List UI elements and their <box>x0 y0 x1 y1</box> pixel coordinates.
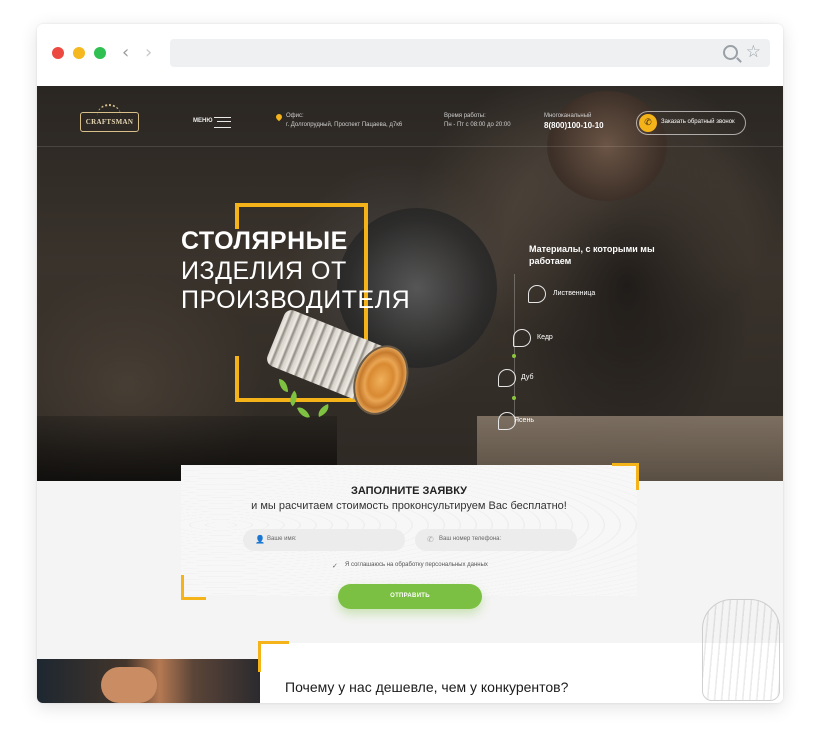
callback-button-label: Заказать обратный звонок <box>661 119 735 125</box>
minimize-window-button[interactable] <box>73 47 85 59</box>
maximize-window-button[interactable] <box>94 47 106 59</box>
agreement-checkbox[interactable]: ✓ <box>332 562 338 570</box>
phone-icon: ✆ <box>427 535 434 544</box>
materials-title: Материалы, с которыми мы работаем <box>529 244 655 266</box>
material-dot <box>512 354 516 358</box>
bookmark-star-icon[interactable]: ☆ <box>746 42 761 62</box>
workshop-photo <box>37 659 260 703</box>
hours-label: Время работы: <box>444 113 486 119</box>
callback-button[interactable]: ✆ Заказать обратный звонок <box>636 111 746 135</box>
request-form: ЗАПОЛНИТЕ ЗАЯВКУ и мы расчитаем стоимост… <box>181 463 639 596</box>
hamburger-menu-icon[interactable] <box>214 117 231 128</box>
phone-number[interactable]: 8(800)100-10-10 <box>544 121 604 130</box>
title-frame-left-top <box>235 203 239 229</box>
submit-button[interactable]: ОТПРАВИТЬ <box>338 584 482 609</box>
site-logo[interactable]: CRAFTSMAN <box>80 112 139 132</box>
material-cedar-label[interactable]: Кедр <box>537 334 553 341</box>
forward-arrow-icon[interactable]: › <box>145 42 152 63</box>
form-corner-accent <box>181 575 206 600</box>
close-window-button[interactable] <box>52 47 64 59</box>
agreement-label[interactable]: Я соглашаюсь на обработку персональных д… <box>345 562 488 568</box>
location-pin-icon <box>274 112 284 122</box>
larch-leaf-icon[interactable] <box>528 285 546 303</box>
oak-leaf-icon[interactable] <box>498 369 516 387</box>
browser-window: ‹ › ☆ CRAFTSMAN Меню Офис: г. Долгопрудн… <box>37 24 783 703</box>
address-bar[interactable]: ☆ <box>170 39 770 67</box>
hero-title-line1: СТОЛЯРНЫЕ <box>181 227 348 255</box>
site-header: CRAFTSMAN Меню Офис: г. Долгопрудный, Пр… <box>37 86 783 147</box>
phone-label: Многоканальный <box>544 113 592 119</box>
search-icon[interactable] <box>723 45 738 60</box>
hero-title-line2: ИЗДЕЛИЯ ОТ <box>181 257 347 285</box>
title-frame-left-bottom <box>235 356 239 398</box>
office-label: Офис: <box>286 113 304 119</box>
material-oak-label[interactable]: Дуб <box>521 374 533 381</box>
phone-input-placeholder: Ваш номер телефона: <box>439 536 502 542</box>
material-ash-label[interactable]: Ясень <box>514 417 534 424</box>
back-arrow-icon[interactable]: ‹ <box>122 42 129 63</box>
office-address: г. Долгопрудный, Проспект Пацаева, д7к6 <box>286 122 403 128</box>
material-dot <box>512 396 516 400</box>
hours-value: Пн - Пт с 08:00 до 20:00 <box>444 122 511 128</box>
section-corner-accent <box>258 641 289 672</box>
materials-divider <box>514 274 515 424</box>
why-cheaper-heading: Почему у нас дешевле, чем у конкурентов? <box>285 679 569 695</box>
material-larch-label[interactable]: Лиственница <box>553 290 595 297</box>
stump-sketch-image <box>702 599 780 701</box>
user-icon: 👤 <box>255 535 265 544</box>
hand-image <box>101 667 157 703</box>
cedar-cone-icon[interactable] <box>513 329 531 347</box>
name-input-placeholder: Ваше имя: <box>267 536 297 542</box>
name-input[interactable]: 👤 Ваше имя: <box>243 529 405 551</box>
form-title: ЗАПОЛНИТЕ ЗАЯВКУ <box>350 485 468 497</box>
phone-icon: ✆ <box>639 114 657 132</box>
phone-input[interactable]: ✆ Ваш номер телефона: <box>415 529 577 551</box>
form-subtitle: и мы расчитаем стоимость проконсультируе… <box>251 500 567 512</box>
menu-label[interactable]: Меню <box>193 118 213 124</box>
browser-toolbar: ‹ › ☆ <box>37 24 783 86</box>
